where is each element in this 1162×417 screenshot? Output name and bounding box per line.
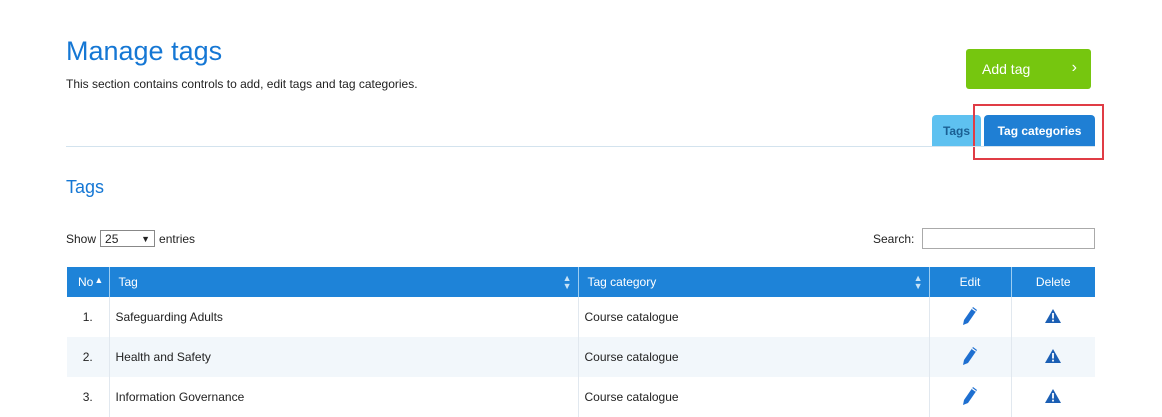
divider	[66, 146, 1095, 147]
entries-control: Show 25 ▼ entries	[66, 230, 195, 247]
row-category: Course catalogue	[578, 297, 930, 337]
edit-cell	[929, 297, 1012, 337]
row-number: 3.	[67, 377, 110, 417]
caret-down-icon: ▼	[141, 233, 151, 244]
column-header-tag-category[interactable]: Tag category ▲ ▼	[578, 267, 930, 297]
delete-cell	[1011, 297, 1095, 337]
warning-triangle-icon[interactable]	[1044, 348, 1062, 367]
edit-cell	[929, 337, 1012, 377]
chevron-right-icon: ›	[1071, 59, 1077, 76]
sort-icon: ▲ ▼	[913, 273, 923, 291]
edit-cell	[929, 377, 1012, 417]
row-category: Course catalogue	[578, 337, 930, 377]
search-label: Search:	[873, 232, 915, 246]
tab-tag-categories[interactable]: Tag categories	[984, 115, 1095, 146]
pencil-icon[interactable]	[962, 346, 978, 369]
table-header-row: No▲ Tag ▲ ▼ Tag category ▲ ▼ Edit Delete	[67, 267, 1095, 297]
tab-tags[interactable]: Tags	[932, 115, 981, 146]
table-row: 2. Health and Safety Course catalogue	[67, 337, 1095, 377]
column-header-no[interactable]: No▲	[67, 267, 110, 297]
page-title: Manage tags	[66, 36, 223, 66]
column-header-tag[interactable]: Tag ▲ ▼	[109, 267, 579, 297]
add-tag-label: Add tag	[982, 61, 1031, 77]
row-tag: Information Governance	[109, 377, 579, 417]
delete-cell	[1011, 377, 1095, 417]
row-tag: Safeguarding Adults	[109, 297, 579, 337]
warning-triangle-icon[interactable]	[1044, 308, 1062, 327]
add-tag-button[interactable]: Add tag ›	[966, 49, 1091, 89]
row-number: 2.	[67, 337, 110, 377]
tags-table: No▲ Tag ▲ ▼ Tag category ▲ ▼ Edit Delete 1…	[67, 267, 1095, 417]
delete-cell	[1011, 337, 1095, 377]
table-row: 1. Safeguarding Adults Course catalogue	[67, 297, 1095, 337]
show-label: Show	[66, 231, 97, 246]
warning-triangle-icon[interactable]	[1044, 388, 1062, 407]
entries-label: entries	[159, 231, 196, 246]
row-tag: Health and Safety	[109, 337, 579, 377]
column-header-delete: Delete	[1011, 267, 1095, 297]
sort-ascending-icon: ▲	[94, 275, 104, 285]
pencil-icon[interactable]	[962, 306, 978, 329]
search-input[interactable]	[922, 228, 1095, 249]
row-category: Course catalogue	[578, 377, 930, 417]
section-title: Tags	[66, 177, 105, 197]
entries-select[interactable]: 25 ▼	[100, 230, 156, 247]
pencil-icon[interactable]	[962, 386, 978, 409]
entries-value: 25	[105, 231, 119, 246]
sort-icon: ▲ ▼	[562, 273, 572, 291]
column-header-edit: Edit	[929, 267, 1012, 297]
page-subtitle: This section contains controls to add, e…	[66, 77, 418, 91]
table-row: 3. Information Governance Course catalog…	[67, 377, 1095, 417]
row-number: 1.	[67, 297, 110, 337]
